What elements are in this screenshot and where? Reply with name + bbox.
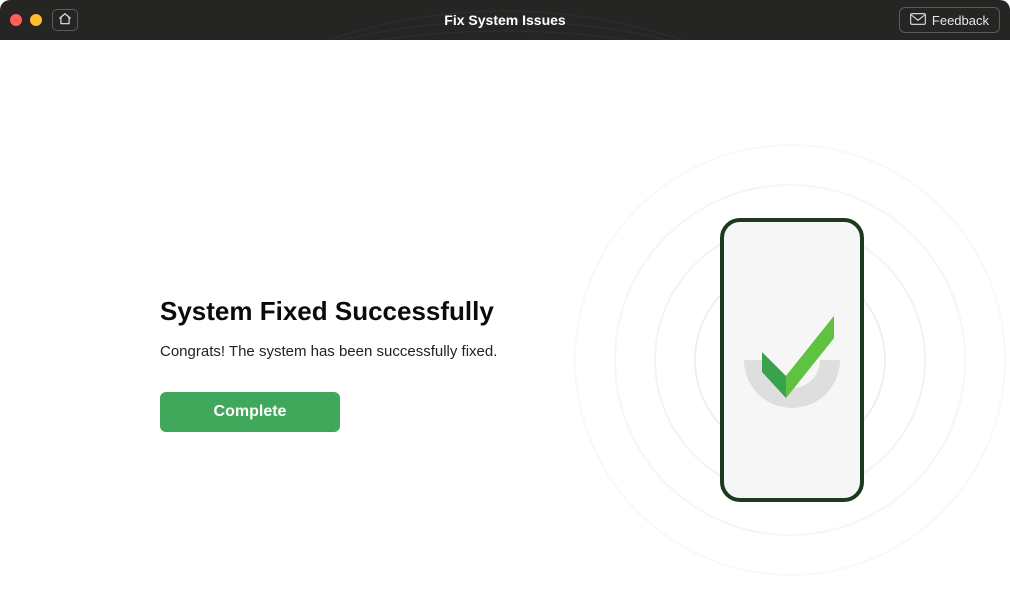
feedback-button[interactable]: Feedback (899, 7, 1000, 33)
feedback-button-label: Feedback (932, 13, 989, 28)
page-heading: System Fixed Successfully (160, 296, 497, 327)
success-illustration (540, 120, 1010, 600)
complete-button[interactable]: Complete (160, 392, 340, 432)
message-panel: System Fixed Successfully Congrats! The … (160, 296, 497, 432)
titlebar: Fix System Issues Feedback (0, 0, 1010, 40)
phone-icon (722, 220, 862, 500)
content: System Fixed Successfully Congrats! The … (0, 40, 1010, 600)
window-controls (10, 14, 42, 26)
home-icon (58, 12, 72, 29)
home-button[interactable] (52, 9, 78, 31)
close-window-button[interactable] (10, 14, 22, 26)
window-title: Fix System Issues (444, 12, 565, 28)
mail-icon (910, 13, 926, 28)
page-subtext: Congrats! The system has been successful… (160, 343, 497, 360)
minimize-window-button[interactable] (30, 14, 42, 26)
